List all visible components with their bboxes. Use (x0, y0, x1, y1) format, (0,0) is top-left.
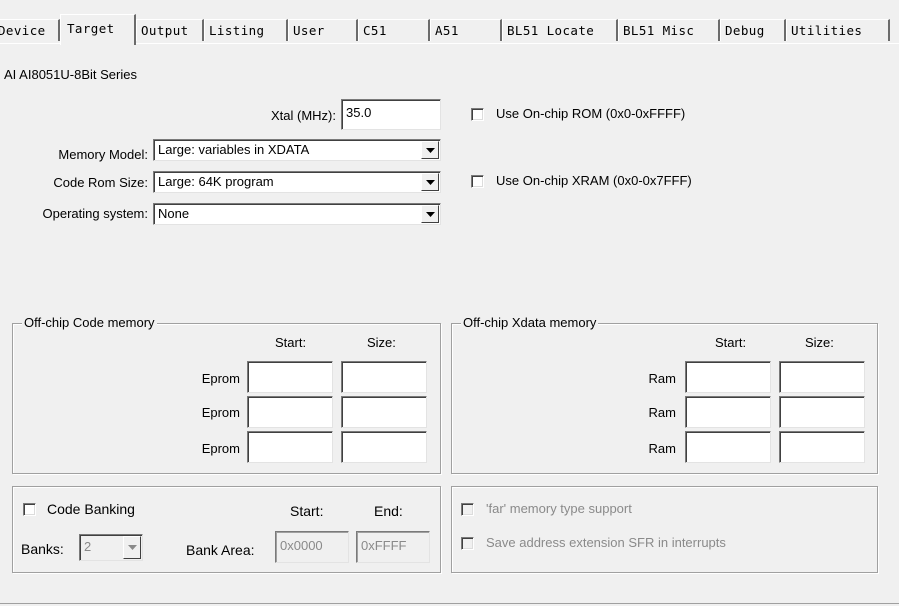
tab-label: A51 (435, 23, 459, 38)
code-banking-label: Code Banking (47, 501, 135, 517)
tab-strip: Device Target Output Listing User C51 A5… (0, 0, 899, 45)
tab-a51[interactable]: A51 (430, 19, 502, 41)
use-onchip-rom-label: Use On-chip ROM (0x0-0xFFFF) (496, 106, 686, 121)
ram-start-input[interactable] (685, 431, 771, 463)
eprom-label: Eprom (201, 405, 240, 420)
ram-size-input[interactable] (779, 431, 865, 463)
tab-label: C51 (363, 23, 387, 38)
tab-bl51-misc[interactable]: BL51 Misc (618, 19, 720, 41)
save-sfr-label: Save address extension SFR in interrupts (486, 535, 726, 550)
banks-value: 2 (84, 539, 92, 554)
eprom-label: Eprom (201, 441, 240, 456)
ram-label: Ram (648, 441, 676, 456)
banks-label: Banks: (21, 541, 64, 557)
device-name: AI AI8051U-8Bit Series (4, 67, 137, 82)
ram-start-input[interactable] (685, 361, 771, 393)
eprom-start-input[interactable] (247, 396, 333, 428)
tab-output[interactable]: Output (136, 19, 204, 41)
code-rom-size-value: Large: 64K program (158, 174, 274, 189)
eprom-start-input[interactable] (247, 431, 333, 463)
tab-bl51-locate[interactable]: BL51 Locate (502, 19, 618, 41)
tab-c51[interactable]: C51 (358, 19, 430, 41)
tab-label: User (293, 23, 325, 38)
save-sfr-checkbox[interactable] (461, 537, 474, 550)
offchip-xdata-size-header: Size: (805, 335, 834, 350)
tab-device[interactable]: Device (0, 19, 60, 41)
bank-area-label: Bank Area: (186, 542, 255, 558)
use-onchip-xram-checkbox[interactable] (471, 175, 484, 188)
xtal-input[interactable]: 35.0 (341, 99, 441, 130)
tab-label: BL51 Locate (507, 23, 595, 38)
code-rom-size-label: Code Rom Size: (53, 175, 148, 190)
offchip-xdata-start-header: Start: (715, 335, 747, 350)
tab-label: Debug (725, 23, 765, 38)
eprom-label: Eprom (201, 371, 240, 386)
tab-utilities[interactable]: Utilities (786, 19, 890, 41)
tab-listing[interactable]: Listing (204, 19, 288, 41)
operating-system-select[interactable]: None (153, 203, 441, 225)
use-onchip-rom-checkbox[interactable] (471, 108, 484, 121)
offchip-code-size-header: Size: (367, 335, 396, 350)
tab-debug[interactable]: Debug (720, 19, 786, 41)
ram-size-input[interactable] (779, 361, 865, 393)
operating-system-label: Operating system: (42, 206, 149, 221)
code-rom-size-select[interactable]: Large: 64K program (153, 171, 441, 193)
tab-label: Output (141, 23, 189, 38)
ram-label: Ram (648, 371, 676, 386)
tab-label: Listing (209, 23, 265, 38)
tab-label: Utilities (791, 23, 863, 38)
memory-model-select[interactable]: Large: variables in XDATA (153, 139, 441, 161)
far-memory-checkbox[interactable] (461, 503, 474, 516)
operating-system-value: None (158, 206, 190, 221)
tab-label: BL51 Misc (623, 23, 695, 38)
tab-target[interactable]: Target (60, 14, 136, 45)
banks-select[interactable]: 2 (79, 534, 143, 561)
ram-start-input[interactable] (685, 396, 771, 428)
bank-end-header: End: (374, 503, 403, 519)
offchip-code-start-header: Start: (275, 335, 307, 350)
tab-user[interactable]: User (288, 19, 358, 41)
memory-model-label: Memory Model: (58, 147, 148, 162)
chevron-down-icon[interactable] (421, 141, 439, 159)
eprom-size-input[interactable] (341, 361, 427, 393)
tab-label: Target (67, 20, 115, 36)
ram-label: Ram (648, 405, 676, 420)
memory-model-value: Large: variables in XDATA (158, 142, 310, 157)
bank-area-start-input[interactable]: 0x0000 (275, 531, 349, 563)
xtal-label: Xtal (MHz): (271, 108, 336, 123)
offchip-xdata-title: Off-chip Xdata memory (461, 315, 599, 330)
eprom-size-input[interactable] (341, 431, 427, 463)
far-memory-group (451, 486, 878, 573)
eprom-start-input[interactable] (247, 361, 333, 393)
bank-area-end-input[interactable]: 0xFFFF (356, 531, 430, 563)
far-memory-label: 'far' memory type support (486, 501, 632, 516)
eprom-size-input[interactable] (341, 396, 427, 428)
offchip-code-title: Off-chip Code memory (22, 315, 157, 330)
ram-size-input[interactable] (779, 396, 865, 428)
chevron-down-icon[interactable] (421, 205, 439, 223)
bank-start-header: Start: (290, 503, 324, 519)
use-onchip-xram-label: Use On-chip XRAM (0x0-0x7FFF) (496, 173, 692, 188)
tab-label: Device (0, 23, 46, 38)
chevron-down-icon[interactable] (123, 536, 141, 559)
code-banking-checkbox[interactable] (23, 503, 36, 516)
chevron-down-icon[interactable] (421, 173, 439, 191)
